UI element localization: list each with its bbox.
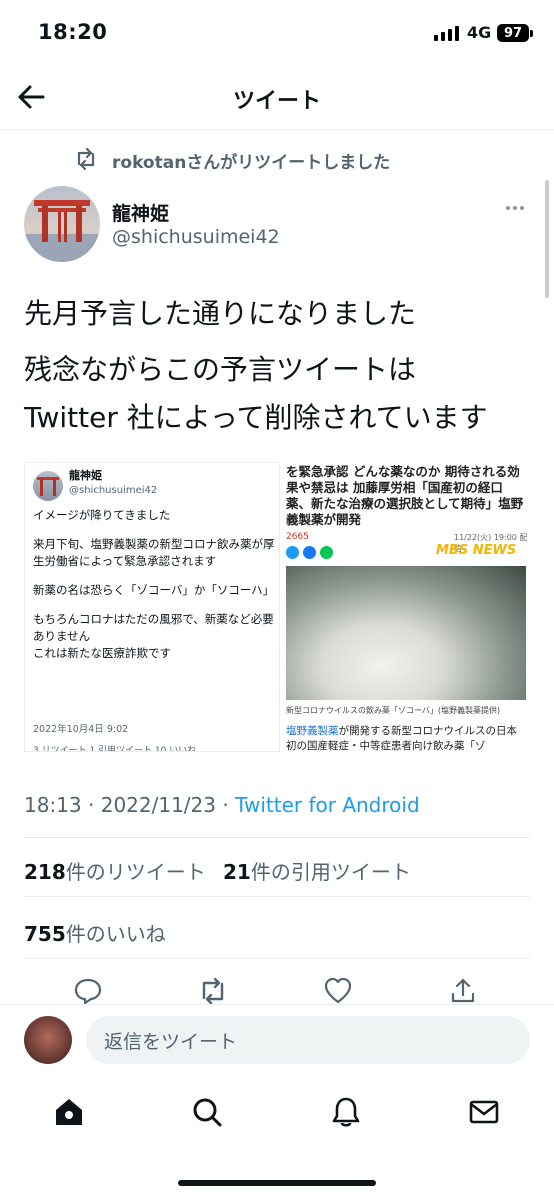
author-handle[interactable]: @shichusuimei42 <box>112 226 280 248</box>
bell-icon[interactable] <box>329 1095 363 1129</box>
heart-icon[interactable] <box>323 976 353 1006</box>
embedded-date: 2022年10月4日 9:02 <box>33 724 129 735</box>
nav-divider <box>0 129 554 130</box>
line-icon <box>320 546 333 559</box>
facebook-icon <box>303 546 316 559</box>
retweet-count-value: 218 <box>24 860 66 884</box>
retweet-count-label: 件のリツイート <box>65 860 206 884</box>
page-title: ツイート <box>232 89 321 114</box>
news-comment-count: 2665 <box>286 532 309 542</box>
divider <box>24 896 530 897</box>
embedded-p4a: もちろんコロナはただの風邪で、新薬など必要ありません <box>33 612 274 643</box>
embedded-p3: 新薬の名は恐らく「ゾコーバ」か「ソコーハ」 <box>33 583 275 597</box>
twitter-icon <box>286 546 299 559</box>
news-caption: 新型コロナウイルスの飲み薬「ゾコーバ」(塩野義製薬提供) <box>286 706 501 715</box>
news-body: 塩野義製薬が開発する新型コロナウイルスの日本初の国産軽症・中等症患者向け飲み薬「… <box>286 724 526 752</box>
like-count[interactable]: 755件のいいね <box>24 918 166 947</box>
like-count-value: 755 <box>24 922 66 946</box>
news-share-icons <box>286 546 333 559</box>
search-icon[interactable] <box>190 1095 224 1129</box>
embedded-p1: イメージが降りてきました <box>33 508 171 522</box>
news-photo <box>286 566 526 700</box>
author-avatar[interactable] <box>24 186 100 262</box>
embedded-name: 龍神姫 <box>69 469 102 482</box>
home-icon[interactable] <box>52 1095 86 1129</box>
tweet-meta: 18:13 · 2022/11/23 · Twitter for Android <box>24 793 420 817</box>
tweet-image-right[interactable]: を緊急承認 どんな薬なのか 期待される効果や禁忌は 加藤厚労相「国産初の経口薬、… <box>284 462 530 752</box>
my-avatar[interactable] <box>24 1016 72 1064</box>
embedded-p2: 来月下旬、塩野義製薬の新型コロナ飲み薬が厚生労働省によって緊急承認されます <box>33 537 275 568</box>
embedded-stats: 3 リツイート 1 引用ツイート 10 いいね <box>33 746 197 752</box>
news-body-link: 塩野義製薬 <box>286 725 339 737</box>
quote-count[interactable]: 21件の引用ツイート <box>223 856 411 885</box>
reply-icon[interactable] <box>73 976 103 1006</box>
tweet-line-2: 残念ながらこの予言ツイートは <box>24 353 417 386</box>
mail-icon[interactable] <box>467 1095 501 1129</box>
embedded-avatar <box>33 471 63 501</box>
tweet-line-1: 先月予言した通りになりました <box>24 297 417 330</box>
home-indicator <box>178 1180 376 1186</box>
author-name[interactable]: 龍神姫 <box>112 199 169 226</box>
tweet-text: 先月予言した通りになりました 残念ながらこの予言ツイートは Twitter 社に… <box>24 290 534 442</box>
embedded-handle: @shichusuimei42 <box>69 485 158 496</box>
signal-icon <box>434 26 459 41</box>
embedded-p4b: これは新たな医療詐欺です <box>33 646 171 660</box>
battery-tip <box>530 30 533 37</box>
divider <box>24 837 530 838</box>
quote-count-value: 21 <box>223 860 251 884</box>
news-brand-logo: MBS NEWS <box>436 543 517 558</box>
reply-input[interactable]: 返信をツイート <box>86 1016 530 1064</box>
reply-divider <box>0 1004 554 1005</box>
tweet-client[interactable]: Twitter for Android <box>235 793 420 817</box>
status-time: 18:20 <box>38 20 108 44</box>
retweet-context[interactable]: rokotanさんがリツイートしました <box>112 148 390 173</box>
divider <box>24 958 530 959</box>
network-label: 4G <box>467 23 492 42</box>
tweet-line-3: Twitter 社によって削除されています <box>24 401 488 434</box>
retweet-count[interactable]: 218件のリツイート <box>24 856 206 885</box>
tweet-image-left[interactable]: 龍神姫 @shichusuimei42 イメージが降りてきました 来月下旬、塩野… <box>24 462 280 752</box>
retweet-icon[interactable] <box>198 976 228 1006</box>
more-icon[interactable] <box>506 206 524 210</box>
quote-count-label: 件の引用ツイート <box>250 860 411 884</box>
tweet-date: 2022/11/23 <box>100 793 216 817</box>
news-headline: を緊急承認 どんな薬なのか 期待される効果や禁忌は 加藤厚労相「国産初の経口薬、… <box>286 464 524 527</box>
tweet-time: 18:13 <box>24 793 82 817</box>
scrollbar[interactable] <box>545 180 549 298</box>
like-count-label: 件のいいね <box>65 922 166 946</box>
retweet-icon <box>77 148 95 170</box>
battery-icon: 97 <box>497 24 529 42</box>
share-icon[interactable] <box>448 976 478 1006</box>
embedded-text: イメージが降りてきました 来月下旬、塩野義製薬の新型コロナ飲み薬が厚生労働省によ… <box>33 507 277 662</box>
